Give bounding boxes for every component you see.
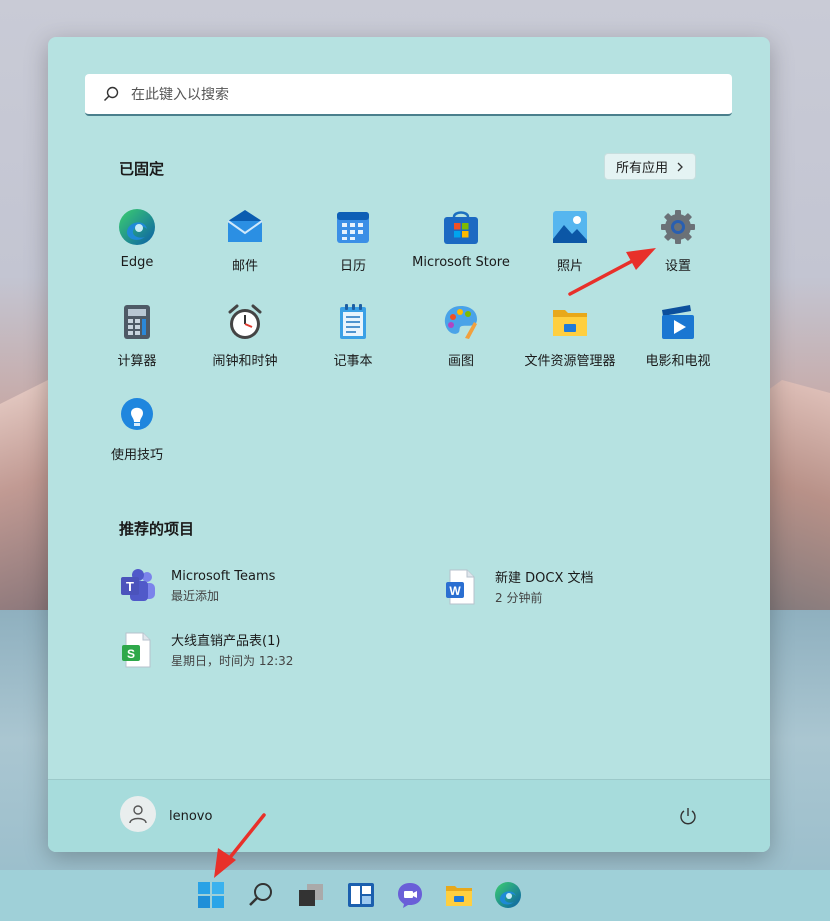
windows-start-icon[interactable] [196, 880, 226, 910]
recommended-item-name: Microsoft Teams [171, 568, 276, 584]
start-menu-footer: lenovo [48, 779, 770, 852]
pinned-app-movies-tv[interactable]: 电影和电视 [624, 302, 732, 382]
calendar-icon [333, 207, 373, 247]
teams-icon: T [119, 567, 157, 605]
taskbar [0, 870, 830, 921]
app-label: 闹钟和时钟 [212, 354, 278, 369]
user-name[interactable]: lenovo [169, 809, 212, 824]
app-label: 邮件 [231, 259, 258, 274]
paint-palette-icon [441, 302, 481, 342]
app-label: 日历 [339, 259, 366, 274]
alarm-clock-icon [225, 302, 265, 342]
mail-icon [225, 207, 265, 247]
pinned-app-paint[interactable]: 画图 [407, 302, 515, 382]
recommended-section-title: 推荐的项目 [119, 520, 195, 538]
chat-icon[interactable] [395, 880, 425, 910]
app-label: 计算器 [117, 354, 157, 369]
file-explorer-icon[interactable] [444, 880, 474, 910]
start-menu: 在此键入以搜索 已固定 所有应用 Edge 邮件 日历 Microsoft St… [48, 37, 770, 852]
search-icon[interactable] [246, 880, 276, 910]
word-doc-icon: W [443, 568, 481, 606]
recommended-item-docx[interactable]: W 新建 DOCX 文档 2 分钟前 [443, 567, 594, 606]
notepad-icon [333, 302, 373, 342]
recommended-item-subtitle: 2 分钟前 [495, 591, 543, 605]
recommended-item-name: 大线直销产品表(1) [171, 634, 281, 649]
pinned-app-microsoft-store[interactable]: Microsoft Store [407, 207, 515, 287]
app-label: 使用技巧 [110, 448, 163, 463]
recommended-item-spreadsheet[interactable]: S 大线直销产品表(1) 星期日，时间为 12:32 [119, 630, 293, 669]
pinned-app-calculator[interactable]: 计算器 [83, 302, 191, 382]
pinned-app-photos[interactable]: 照片 [516, 207, 624, 287]
edge-icon[interactable] [493, 880, 523, 910]
task-view-icon[interactable] [296, 880, 326, 910]
app-label: 文件资源管理器 [524, 354, 616, 369]
folder-icon [550, 302, 590, 342]
app-label: 画图 [447, 354, 474, 369]
user-avatar[interactable] [120, 796, 156, 832]
svg-text:W: W [449, 584, 461, 598]
tips-lightbulb-icon [117, 396, 157, 436]
store-icon [441, 207, 481, 247]
recommended-item-teams[interactable]: T Microsoft Teams 最近添加 [119, 567, 275, 605]
recommended-item-subtitle: 星期日，时间为 12:32 [171, 654, 294, 668]
spreadsheet-icon: S [119, 631, 157, 669]
pinned-section-title: 已固定 [119, 160, 165, 178]
all-apps-label: 所有应用 [615, 161, 668, 176]
svg-text:S: S [127, 647, 135, 661]
chevron-right-icon [677, 162, 683, 171]
recommended-item-name: 新建 DOCX 文档 [495, 571, 594, 586]
edge-icon [117, 207, 157, 247]
pinned-app-file-explorer[interactable]: 文件资源管理器 [516, 302, 624, 382]
photos-icon [550, 207, 590, 247]
search-icon [103, 86, 119, 102]
pinned-app-calendar[interactable]: 日历 [299, 207, 407, 287]
pinned-app-edge[interactable]: Edge [83, 207, 191, 287]
recommended-item-subtitle: 最近添加 [171, 588, 220, 603]
widgets-icon[interactable] [346, 880, 376, 910]
user-icon [129, 805, 147, 824]
power-button[interactable] [678, 806, 698, 826]
app-label: 照片 [556, 259, 583, 274]
search-box[interactable]: 在此键入以搜索 [85, 74, 732, 116]
app-label: Microsoft Store [412, 255, 510, 270]
pinned-app-notepad[interactable]: 记事本 [299, 302, 407, 382]
settings-gear-icon [658, 207, 698, 247]
app-label: Edge [120, 255, 154, 270]
movies-tv-icon [658, 302, 698, 342]
svg-text:T: T [126, 579, 134, 594]
calculator-icon [117, 302, 157, 342]
pinned-app-alarms-clock[interactable]: 闹钟和时钟 [191, 302, 299, 382]
pinned-app-mail[interactable]: 邮件 [191, 207, 299, 287]
app-label: 记事本 [333, 354, 373, 369]
app-label: 设置 [664, 259, 691, 274]
search-placeholder: 在此键入以搜索 [131, 87, 229, 103]
pinned-app-settings[interactable]: 设置 [624, 207, 732, 287]
power-icon [680, 808, 696, 825]
pinned-app-tips[interactable]: 使用技巧 [83, 396, 191, 476]
all-apps-button[interactable]: 所有应用 [604, 153, 696, 180]
app-label: 电影和电视 [645, 354, 711, 369]
